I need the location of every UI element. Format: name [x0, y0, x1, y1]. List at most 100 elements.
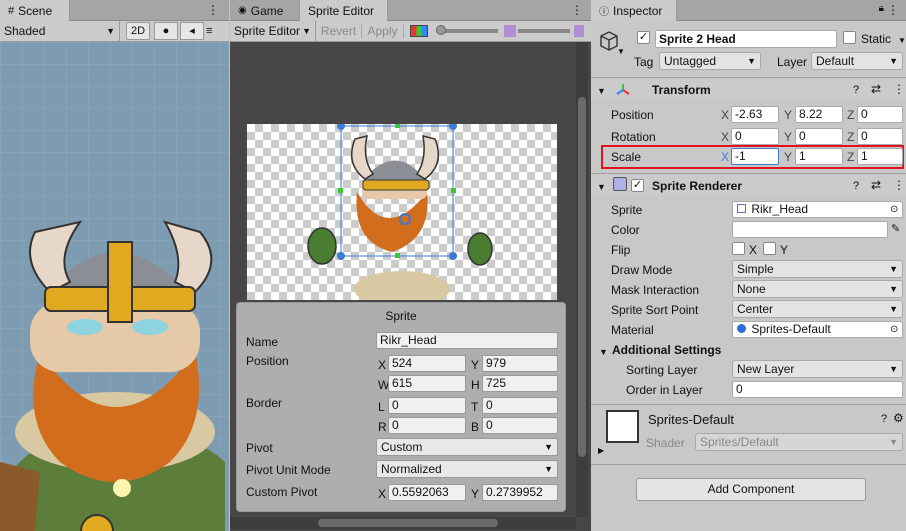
sprite-pos-x-input[interactable]: 524 [388, 355, 466, 372]
settings-gear-icon[interactable]: ⚙ [893, 411, 904, 425]
tag-dropdown[interactable]: Untagged ▼ [659, 52, 761, 70]
revert-button[interactable]: Revert [316, 24, 362, 38]
add-component-button[interactable]: Add Component [636, 478, 866, 501]
sprite-editor-mode-dropdown[interactable]: Sprite Editor ▼ [230, 21, 316, 41]
layer-label: Layer [777, 55, 808, 69]
sprite-renderer-icon [613, 177, 627, 191]
layers-icon[interactable]: ≡ [206, 22, 220, 40]
sprite-pos-y-input[interactable]: 979 [482, 355, 558, 372]
horizontal-scrollbar[interactable] [230, 517, 576, 529]
scale-x-input[interactable]: -1 [731, 148, 779, 165]
scene-panel: # Scene ⋮ Shaded ▼ 2D ● ◂ ≡ [0, 0, 229, 531]
scale-y-input[interactable]: 1 [795, 148, 843, 165]
lighting-icon[interactable]: ● [154, 22, 178, 40]
sprite-renderer-title: Sprite Renderer [652, 179, 743, 193]
position-z-input[interactable]: 0 [857, 106, 903, 123]
static-checkbox[interactable] [843, 31, 856, 44]
material-object-field[interactable]: Sprites-Default [732, 321, 903, 338]
horizontal-scrollbar-thumb[interactable] [318, 519, 498, 527]
chevron-down-icon[interactable]: ▼ [617, 45, 625, 59]
rotation-x-input[interactable]: 0 [731, 128, 779, 145]
inspector-tab-strip: ⓘ Inspector 🔒︎ ⋮ [591, 0, 906, 21]
foldout-arrow-icon[interactable]: ▼ [597, 84, 606, 98]
additional-settings-label[interactable]: Additional Settings [612, 343, 721, 357]
mipmap-slider[interactable] [518, 29, 570, 33]
color-field[interactable] [732, 221, 888, 238]
more-menu-icon[interactable]: ⋮ [893, 178, 905, 192]
mask-interaction-dropdown[interactable]: None ▼ [732, 280, 903, 298]
vertical-scrollbar[interactable] [576, 42, 588, 517]
2d-toggle-button[interactable]: 2D [126, 22, 150, 40]
object-picker-icon[interactable]: ⊙ [890, 203, 898, 217]
position-label: Position [611, 108, 654, 122]
pivot-unit-dropdown[interactable]: Normalized ▼ [376, 460, 558, 478]
audio-icon[interactable]: ◂ [180, 22, 204, 40]
sorting-layer-dropdown[interactable]: New Layer ▼ [732, 360, 903, 378]
transform-header[interactable]: ▼ Transform ? ⇄ ⋮ [591, 79, 906, 100]
help-icon[interactable]: ? [853, 179, 859, 193]
border-r-input[interactable]: 0 [388, 417, 466, 434]
shader-dropdown[interactable]: Sprites/Default ▼ [695, 433, 903, 451]
flip-y-checkbox[interactable] [763, 242, 776, 255]
vertical-scrollbar-thumb[interactable] [578, 97, 586, 457]
sprite-name-input[interactable]: Rikr_Head [376, 332, 558, 349]
sprite-renderer-enabled-checkbox[interactable]: ✓ [631, 179, 644, 192]
foldout-arrow-icon[interactable]: ▶ [598, 444, 604, 458]
divider [591, 77, 906, 78]
more-menu-icon[interactable]: ⋮ [207, 3, 219, 17]
object-picker-icon[interactable]: ⊙ [890, 323, 898, 337]
rotation-z-input[interactable]: 0 [857, 128, 903, 145]
custom-pivot-x-input[interactable]: 0.5592063 [388, 484, 466, 501]
rot-z-label: Z [847, 130, 855, 144]
apply-button[interactable]: Apply [362, 24, 404, 38]
tab-scene[interactable]: # Scene [0, 0, 70, 21]
sprite-pos-w-input[interactable]: 615 [388, 375, 466, 392]
tab-game[interactable]: ◉ Game [230, 0, 300, 21]
pos-x-label: X [721, 108, 730, 122]
draw-mode-dropdown[interactable]: Simple ▼ [732, 260, 903, 278]
foldout-arrow-icon[interactable]: ▼ [597, 180, 606, 194]
position-y-input[interactable]: 8.22 [795, 106, 843, 123]
flip-x-checkbox[interactable] [732, 242, 745, 255]
more-menu-icon[interactable]: ⋮ [571, 3, 583, 17]
preset-icon[interactable]: ⇄ [871, 178, 881, 192]
zoom-slider[interactable] [436, 25, 498, 35]
scene-viewport[interactable] [0, 42, 229, 531]
border-l-input[interactable]: 0 [388, 397, 466, 414]
sprite-pos-h-input[interactable]: 725 [482, 375, 558, 392]
border-b-input[interactable]: 0 [482, 417, 558, 434]
inspector-panel: ⓘ Inspector 🔒︎ ⋮ ▼ ✓ Sprite 2 Head Stati… [591, 0, 906, 531]
preset-icon[interactable]: ⇄ [871, 82, 881, 96]
layer-dropdown[interactable]: Default ▼ [811, 52, 903, 70]
sprite-sort-point-dropdown[interactable]: Center ▼ [732, 300, 903, 318]
scale-x-label: X [721, 150, 730, 164]
tab-sprite-editor[interactable]: Sprite Editor [300, 0, 388, 21]
mipmap-icon[interactable] [504, 25, 516, 37]
shading-dropdown[interactable]: Shaded ▼ [0, 21, 120, 41]
alpha-icon[interactable] [574, 25, 584, 37]
scene-toolbar: Shaded ▼ 2D ● ◂ ≡ [0, 21, 229, 42]
tab-inspector[interactable]: ⓘ Inspector [591, 0, 677, 21]
color-channel-icon[interactable] [410, 25, 428, 37]
rotation-y-input[interactable]: 0 [795, 128, 843, 145]
gameobject-active-checkbox[interactable]: ✓ [637, 31, 650, 44]
pivot-dropdown[interactable]: Custom ▼ [376, 438, 558, 456]
sprite-object-field[interactable]: Rikr_Head [732, 201, 903, 218]
scale-z-input[interactable]: 1 [857, 148, 903, 165]
sprite-renderer-header[interactable]: ▼ ✓ Sprite Renderer ? ⇄ ⋮ [591, 175, 906, 196]
eyedropper-icon[interactable]: ✎ [891, 222, 900, 236]
custom-pivot-y-input[interactable]: 0.2739952 [482, 484, 558, 501]
more-menu-icon[interactable]: ⋮ [893, 82, 905, 96]
position-x-input[interactable]: -2.63 [731, 106, 779, 123]
gameobject-name-input[interactable]: Sprite 2 Head [655, 30, 837, 48]
help-icon[interactable]: ? [853, 83, 859, 97]
zoom-slider-handle[interactable] [436, 25, 446, 35]
more-menu-icon[interactable]: ⋮ [887, 3, 899, 17]
sprite-position-label: Position [246, 354, 289, 368]
foldout-arrow-icon[interactable]: ▼ [599, 345, 608, 359]
chevron-down-icon[interactable]: ▼ [898, 34, 906, 48]
order-in-layer-input[interactable]: 0 [732, 381, 903, 398]
help-icon[interactable]: ? [881, 412, 887, 426]
border-t-input[interactable]: 0 [482, 397, 558, 414]
lock-icon[interactable]: 🔒︎ [879, 3, 884, 14]
